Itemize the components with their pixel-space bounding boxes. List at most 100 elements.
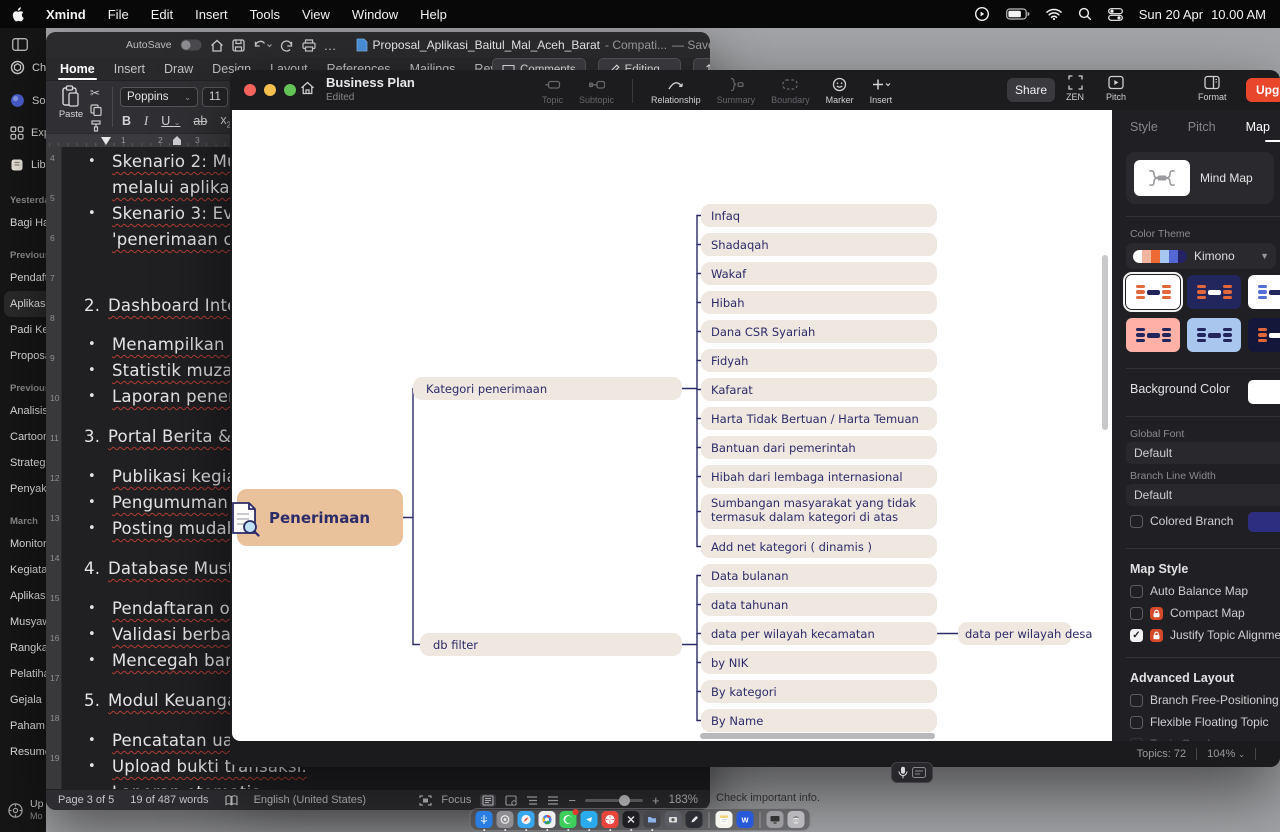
dock-pinwheel-icon[interactable] bbox=[602, 811, 619, 828]
mindmap-topic[interactable]: Wakaf bbox=[701, 262, 937, 285]
mindmap-canvas[interactable]: InfaqShadaqahWakafHibahDana CSR SyariahF… bbox=[232, 110, 1112, 741]
marker-button[interactable]: Marker bbox=[826, 74, 854, 105]
insert-button[interactable]: Insert bbox=[870, 74, 893, 105]
theme-thumbnail[interactable] bbox=[1187, 318, 1241, 352]
menu-help[interactable]: Help bbox=[409, 0, 458, 28]
sidebar-item[interactable]: Padi Ken bbox=[0, 317, 46, 343]
view-draft-icon[interactable] bbox=[547, 795, 559, 806]
italic-button[interactable]: I bbox=[144, 114, 148, 129]
print-icon[interactable] bbox=[302, 39, 316, 52]
option-auto-balance-map[interactable]: Auto Balance Map bbox=[1130, 584, 1248, 598]
more-toolbar-icon[interactable]: … bbox=[324, 38, 338, 53]
sidebar-item[interactable]: Musyaw bbox=[0, 609, 46, 635]
checkbox[interactable] bbox=[1130, 607, 1143, 620]
sidebar-item[interactable]: Resume bbox=[0, 739, 46, 765]
menu-edit[interactable]: Edit bbox=[140, 0, 184, 28]
dock-notes-icon[interactable] bbox=[716, 811, 733, 828]
page-indicator[interactable]: Page 3 of 5 bbox=[58, 794, 114, 806]
sidebar-nav-sor[interactable]: Sor bbox=[0, 84, 46, 117]
option-flexible-floating-topic[interactable]: Flexible Floating Topic bbox=[1130, 715, 1269, 729]
colored-branch-swatch[interactable] bbox=[1248, 512, 1280, 532]
zoom-slider[interactable] bbox=[585, 799, 643, 802]
option-branch-free-positioning[interactable]: Branch Free-Positioning bbox=[1130, 693, 1279, 707]
mindmap-topic[interactable]: Harta Tidak Bertuan / Harta Temuan bbox=[701, 407, 937, 430]
control-center-icon[interactable] bbox=[1108, 8, 1123, 21]
cut-icon[interactable]: ✂ bbox=[90, 86, 102, 100]
sidebar-item[interactable]: Analisis bbox=[0, 398, 46, 424]
mindmap-topic[interactable]: Data bulanan bbox=[701, 564, 937, 587]
dock-goodnotes-icon[interactable] bbox=[686, 811, 703, 828]
battery-icon[interactable] bbox=[1006, 8, 1030, 20]
dock-telegram-icon[interactable] bbox=[581, 811, 598, 828]
menu-window[interactable]: Window bbox=[341, 0, 409, 28]
copy-icon[interactable] bbox=[90, 104, 102, 116]
mindmap-topic[interactable]: By kategori bbox=[701, 680, 937, 703]
option-compact-map[interactable]: Compact Map bbox=[1130, 606, 1245, 620]
mindmap-topic[interactable]: By Name bbox=[701, 709, 937, 732]
dock-safari-icon[interactable] bbox=[518, 811, 535, 828]
tab-draw[interactable]: Draw bbox=[164, 62, 193, 76]
sidebar-item[interactable]: Paham A bbox=[0, 713, 46, 739]
mindmap-topic[interactable]: data per wilayah kecamatan bbox=[701, 622, 937, 645]
checkbox[interactable] bbox=[1130, 694, 1143, 707]
menu-file[interactable]: File bbox=[97, 0, 140, 28]
underline-button[interactable]: U ⌄ bbox=[161, 114, 180, 128]
tab-insert[interactable]: Insert bbox=[114, 62, 145, 76]
home-icon[interactable] bbox=[300, 81, 315, 95]
sidebar-item[interactable]: Kegiatan bbox=[0, 557, 46, 583]
sidebar-item[interactable]: Pelatiha bbox=[0, 661, 46, 687]
checkbox[interactable]: ✓ bbox=[1130, 629, 1143, 642]
mindmap-topic[interactable]: Infaq bbox=[701, 204, 937, 227]
menu-insert[interactable]: Insert bbox=[184, 0, 239, 28]
sidebar-item[interactable]: Strategi bbox=[0, 450, 46, 476]
undo-icon[interactable] bbox=[253, 39, 272, 52]
home-icon[interactable] bbox=[210, 39, 224, 52]
focus-icon[interactable] bbox=[419, 795, 432, 806]
minimize-button[interactable] bbox=[264, 84, 276, 96]
dock-finder-icon[interactable] bbox=[476, 811, 493, 828]
view-print-layout-icon[interactable] bbox=[480, 794, 496, 807]
menu-tools[interactable]: Tools bbox=[239, 0, 291, 28]
panel-tab-map[interactable]: Map bbox=[1246, 120, 1270, 134]
mindmap-branch-topic[interactable]: db filter bbox=[420, 633, 682, 656]
colored-branch-checkbox[interactable] bbox=[1130, 515, 1143, 528]
menubar-app-name[interactable]: Xmind bbox=[35, 0, 97, 28]
sidebar-toggle-icon[interactable] bbox=[0, 28, 46, 51]
zoom-out-button[interactable]: − bbox=[568, 793, 576, 808]
mindmap-topic[interactable]: Hibah bbox=[701, 291, 937, 314]
colored-branch-row[interactable]: Colored Branch bbox=[1130, 514, 1233, 528]
dock-excel-dark-icon[interactable] bbox=[623, 811, 640, 828]
mindmap-subtopic[interactable]: data per wilayah desa bbox=[958, 622, 1072, 645]
proofing-icon[interactable] bbox=[225, 794, 238, 806]
theme-thumbnail[interactable] bbox=[1187, 275, 1241, 309]
dock-display-icon[interactable] bbox=[767, 811, 784, 828]
sidebar-item[interactable]: Penyakit bbox=[0, 476, 46, 502]
strikethrough-button[interactable]: ab bbox=[193, 114, 207, 128]
sidebar-nav-exp[interactable]: Exp bbox=[0, 117, 46, 149]
spotlight-search-icon[interactable] bbox=[1078, 7, 1092, 21]
view-web-icon[interactable] bbox=[505, 795, 517, 806]
bold-button[interactable]: B bbox=[122, 114, 131, 128]
close-button[interactable] bbox=[244, 84, 256, 96]
dock-settings-icon[interactable] bbox=[497, 811, 514, 828]
dictation-widget[interactable] bbox=[891, 762, 933, 783]
sidebar-item[interactable]: Pendafta bbox=[0, 265, 46, 291]
tab-home[interactable]: Home bbox=[60, 62, 95, 76]
font-family-select[interactable]: Poppins⌄ bbox=[120, 87, 198, 107]
sidebar-item[interactable]: Cartoon bbox=[0, 424, 46, 450]
option-justify-topic-alignment[interactable]: ✓Justify Topic Alignment bbox=[1130, 628, 1280, 642]
theme-thumbnail[interactable] bbox=[1126, 275, 1180, 309]
canvas-zoom-control[interactable]: 104%⌄ bbox=[1207, 748, 1245, 760]
indent-marker[interactable] bbox=[101, 137, 111, 145]
focus-label[interactable]: Focus bbox=[441, 794, 471, 806]
mindmap-branch-topic[interactable]: Kategori penerimaan bbox=[413, 377, 682, 400]
dock-camera-icon[interactable] bbox=[665, 811, 682, 828]
color-theme-select[interactable]: Kimono ▼ bbox=[1126, 243, 1276, 269]
sidebar-item[interactable]: Bagi Has bbox=[0, 210, 46, 236]
zoom-button[interactable] bbox=[284, 84, 296, 96]
panel-tab-pitch[interactable]: Pitch bbox=[1188, 120, 1216, 134]
dock-trash-icon[interactable] bbox=[788, 811, 805, 828]
sidebar-item[interactable]: Gejala bbox=[0, 687, 46, 713]
sidebar-upgrade[interactable]: UpMo bbox=[8, 798, 43, 822]
global-font-select[interactable]: Default bbox=[1126, 442, 1280, 464]
